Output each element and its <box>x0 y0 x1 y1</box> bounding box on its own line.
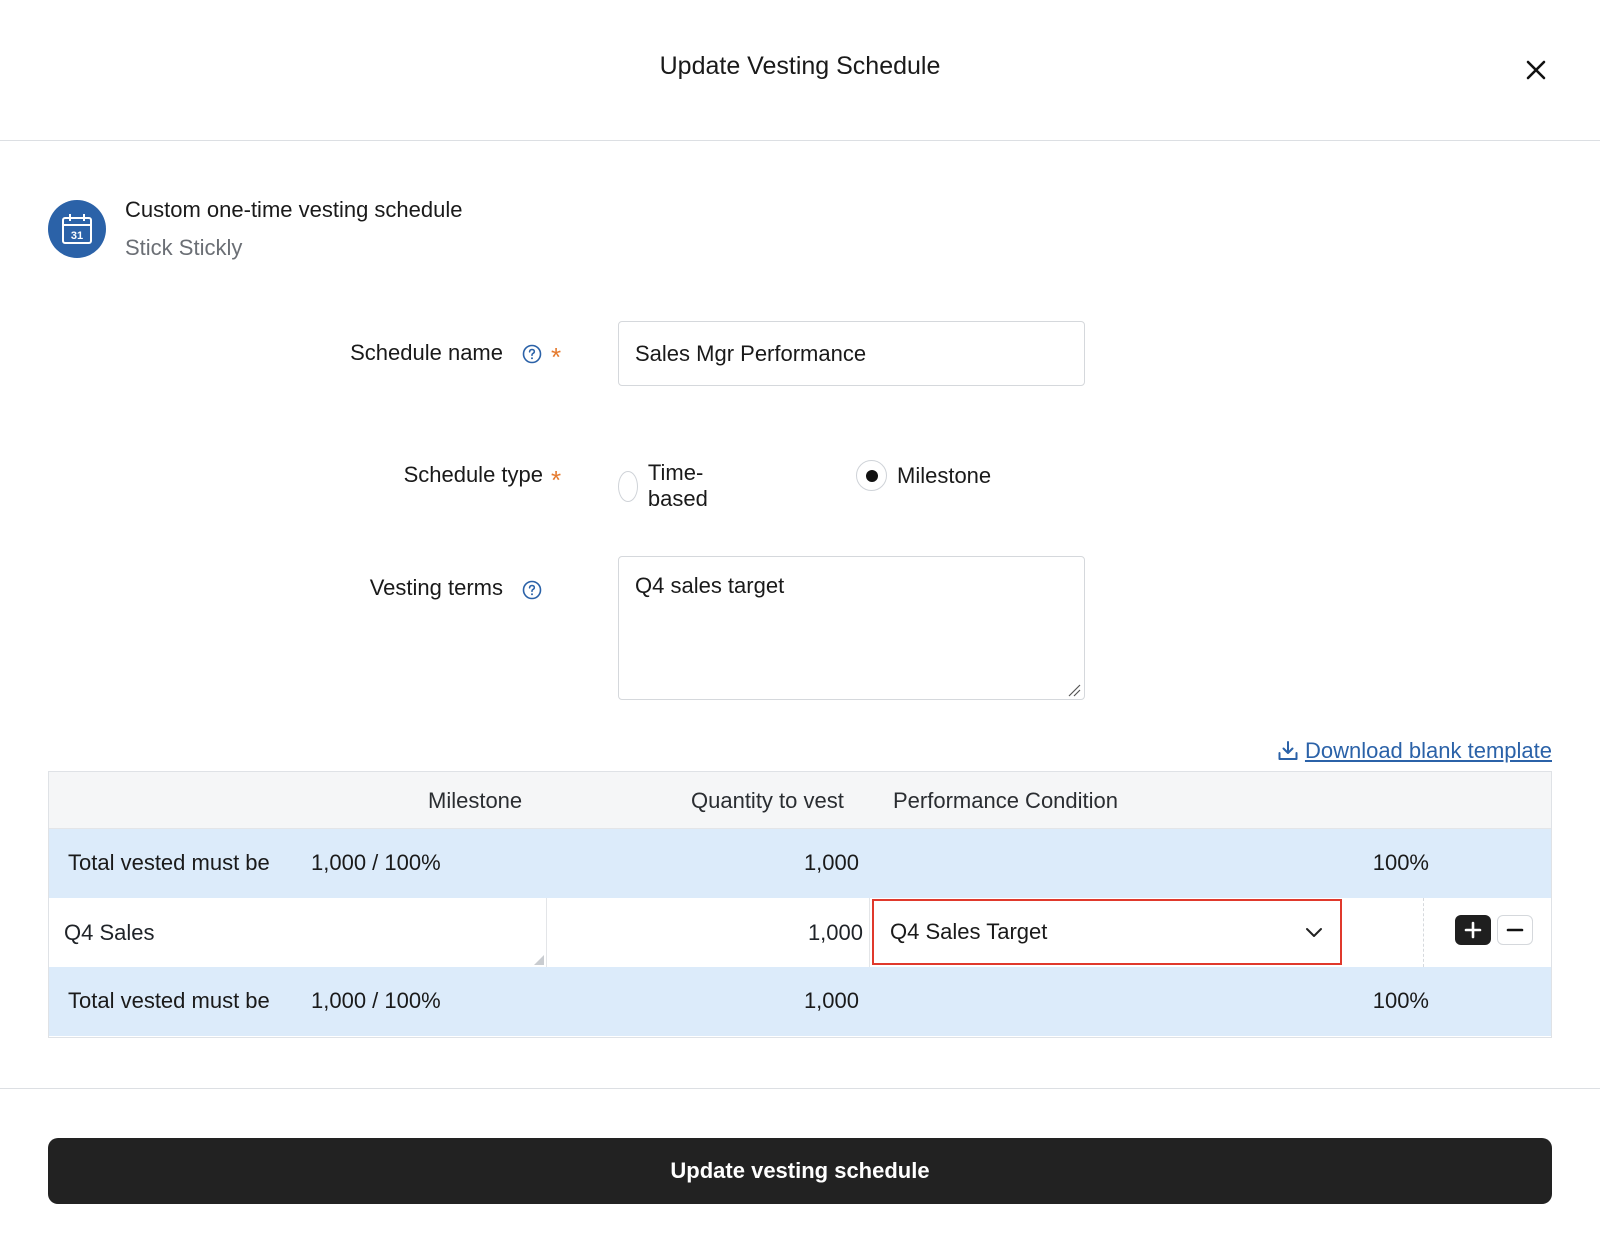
milestone-value: Q4 Sales <box>64 920 155 945</box>
close-button[interactable] <box>1518 52 1554 88</box>
vesting-terms-label: Vesting terms <box>369 575 503 600</box>
quantity-cell[interactable]: 1,000 <box>547 898 870 967</box>
plus-icon <box>1464 921 1482 939</box>
close-icon <box>1526 60 1546 80</box>
schedule-name-input[interactable] <box>618 321 1085 386</box>
performance-condition-value: Q4 Sales Target <box>890 919 1048 944</box>
footer-divider <box>0 1088 1600 1089</box>
help-icon[interactable] <box>522 580 542 600</box>
chevron-down-icon <box>1306 928 1322 937</box>
table-row: Q4 Sales 1,000 Q4 Sales Target <box>49 898 1551 967</box>
total-required: 1,000 / 100% <box>311 850 441 875</box>
total-quantity: 1,000 <box>803 850 859 875</box>
update-vesting-modal: Update Vesting Schedule 31 Custom one-ti… <box>0 0 1600 1250</box>
modal-title: Update Vesting Schedule <box>659 52 941 80</box>
total-percent: 100% <box>1372 988 1429 1013</box>
radio-label: Time-based <box>647 460 708 511</box>
required-asterisk: * <box>551 465 562 495</box>
milestone-table: Milestone Quantity to vest Performance C… <box>48 771 1552 1038</box>
percent-cell <box>1344 898 1424 967</box>
required-asterisk: * <box>551 342 562 372</box>
total-label: Total vested must be <box>68 850 270 875</box>
vesting-terms-textarea[interactable]: Q4 sales target <box>618 556 1085 700</box>
schedule-summary-subtitle: Stick Stickly <box>125 235 243 260</box>
milestone-cell[interactable]: Q4 Sales <box>49 898 547 967</box>
column-header-milestone: Milestone <box>428 788 523 813</box>
total-label: Total vested must be <box>68 988 270 1013</box>
total-quantity: 1,000 <box>803 988 859 1013</box>
quantity-value: 1,000 <box>807 920 863 945</box>
radio-circle-selected[interactable] <box>856 460 887 491</box>
minus-icon <box>1506 928 1524 932</box>
column-header-condition: Performance Condition <box>893 788 1119 813</box>
radio-label: Milestone <box>897 462 992 488</box>
column-header-quantity: Quantity to vest <box>691 788 844 813</box>
total-percent: 100% <box>1372 850 1429 875</box>
schedule-type-label: Schedule type <box>403 462 543 487</box>
update-vesting-schedule-button[interactable]: Update vesting schedule <box>48 1138 1552 1204</box>
download-template-label: Download blank template <box>1304 738 1552 763</box>
resize-handle-icon[interactable] <box>1067 683 1081 697</box>
remove-row-button[interactable] <box>1497 915 1533 945</box>
total-row-bottom: Total vested must be 1,000 / 100% 1,000 … <box>49 967 1551 1036</box>
total-row-top: Total vested must be 1,000 / 100% 1,000 … <box>49 829 1551 898</box>
add-row-button[interactable] <box>1455 915 1491 945</box>
calendar-day: 31 <box>71 230 83 242</box>
performance-condition-select[interactable]: Q4 Sales Target <box>872 899 1342 965</box>
help-icon[interactable] <box>522 344 542 364</box>
schedule-summary-title: Custom one-time vesting schedule <box>125 197 463 222</box>
table-header: Milestone Quantity to vest Performance C… <box>49 772 1551 829</box>
calendar-icon: 31 <box>48 200 106 258</box>
download-icon <box>1278 741 1298 760</box>
schedule-name-label: Schedule name <box>350 340 503 365</box>
radio-circle[interactable] <box>618 470 638 502</box>
download-template-link[interactable]: Download blank template <box>1277 738 1552 764</box>
total-required: 1,000 / 100% <box>311 988 441 1013</box>
modal-header: Update Vesting Schedule <box>0 0 1600 141</box>
radio-time-based[interactable]: Time-based <box>618 460 719 512</box>
resize-handle-icon <box>534 955 544 965</box>
radio-milestone[interactable]: Milestone <box>856 460 991 491</box>
